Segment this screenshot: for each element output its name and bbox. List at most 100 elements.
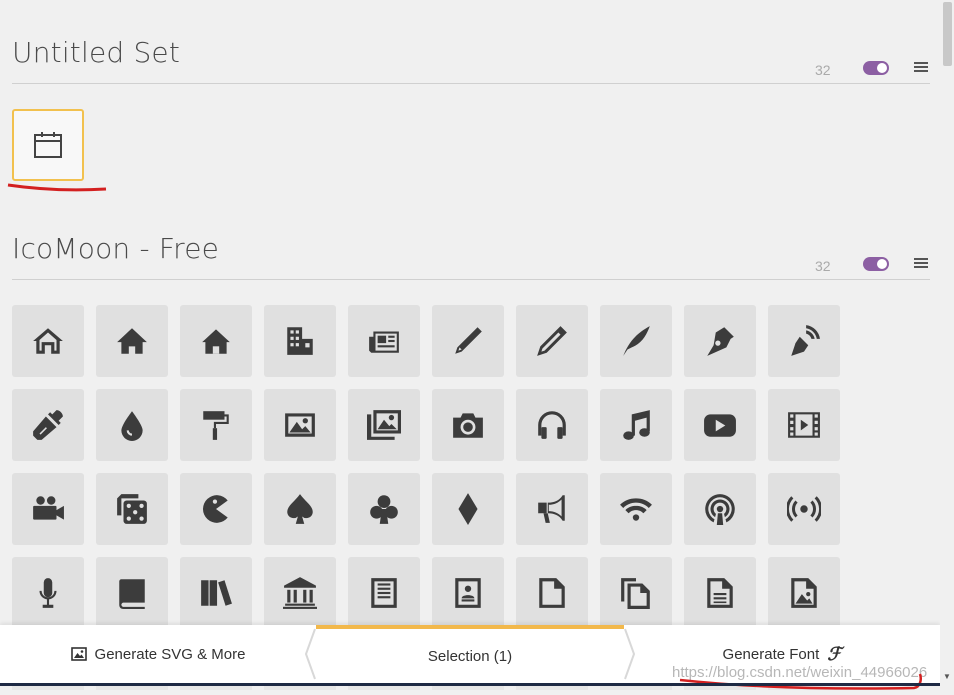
video-camera-icon <box>33 496 64 520</box>
glyph-cell[interactable] <box>600 305 672 377</box>
glyph-cell[interactable] <box>684 473 756 545</box>
glyph-cell[interactable] <box>516 473 588 545</box>
glyph-cell[interactable] <box>12 389 84 461</box>
pencil-icon <box>455 327 482 354</box>
glyph-cell[interactable] <box>600 557 672 629</box>
droplet-icon <box>121 411 143 441</box>
dice-icon <box>117 494 147 524</box>
glyph-cell[interactable] <box>516 305 588 377</box>
glyph-cell[interactable] <box>684 305 756 377</box>
headphones-icon <box>538 411 566 439</box>
spades-icon <box>287 494 313 524</box>
glyph-cell[interactable] <box>516 389 588 461</box>
film-icon <box>788 412 820 438</box>
glyph-cell[interactable] <box>96 557 168 629</box>
image-icon <box>285 413 315 437</box>
glyph-cell[interactable] <box>180 305 252 377</box>
home-icon <box>33 328 63 354</box>
glyph-cell[interactable] <box>96 389 168 461</box>
glyph-cell[interactable] <box>96 305 168 377</box>
glyph-cell[interactable] <box>180 557 252 629</box>
home2-icon <box>117 328 147 354</box>
generate-svg-label: Generate SVG & More <box>94 645 246 663</box>
glyph-cell[interactable] <box>600 473 672 545</box>
glyph-cell[interactable] <box>600 389 672 461</box>
play-icon <box>704 414 736 437</box>
office-icon <box>287 327 313 355</box>
mic-icon <box>39 578 57 608</box>
glyph-cell[interactable] <box>516 557 588 629</box>
chevron-left-icon <box>304 628 316 680</box>
pen-icon <box>707 327 734 356</box>
glyph-cell[interactable] <box>264 305 336 377</box>
grid-size-label: 32 <box>815 258 831 274</box>
bullhorn-icon <box>538 495 565 523</box>
scrollbar-thumb[interactable] <box>943 2 952 66</box>
glyph-cell[interactable] <box>348 305 420 377</box>
generate-svg-button[interactable]: Generate SVG & More <box>0 625 316 683</box>
glyph-cell[interactable] <box>264 557 336 629</box>
red-annotation-scribble <box>679 673 922 690</box>
selection-label: Selection (1) <box>427 647 513 665</box>
glyph-cell[interactable] <box>432 305 504 377</box>
scroll-down-arrow-icon[interactable]: ▼ <box>943 672 951 681</box>
set-header-untitled: Untitled Set <box>12 36 930 84</box>
glyph-cell[interactable] <box>432 473 504 545</box>
set-toggle[interactable] <box>863 61 889 75</box>
books-icon <box>201 580 232 606</box>
podcast-icon <box>705 494 735 525</box>
newspaper-icon <box>369 331 399 353</box>
glyph-cell[interactable] <box>768 557 840 629</box>
selected-calendar-glyph[interactable] <box>12 109 84 181</box>
files-empty-icon <box>621 578 650 609</box>
glyph-cell[interactable] <box>684 557 756 629</box>
set-toggle[interactable] <box>863 257 889 271</box>
file-text-icon <box>371 578 397 608</box>
glyph-cell[interactable] <box>264 473 336 545</box>
glyph-cell[interactable] <box>180 389 252 461</box>
set-title[interactable]: Untitled Set <box>12 36 930 69</box>
connection-icon <box>620 498 652 521</box>
glyph-cell[interactable] <box>264 389 336 461</box>
library-icon <box>283 577 317 609</box>
diamonds-icon <box>458 493 478 525</box>
camera-icon <box>453 413 483 438</box>
red-annotation-underline <box>7 183 107 192</box>
glyph-cell[interactable] <box>348 473 420 545</box>
glyph-cell[interactable] <box>180 473 252 545</box>
glyph-cell[interactable] <box>768 473 840 545</box>
paint-format-icon <box>203 411 229 440</box>
glyph-cell[interactable] <box>432 389 504 461</box>
quill-icon <box>623 326 650 356</box>
image-icon <box>70 647 87 661</box>
music-icon <box>623 410 650 440</box>
bottom-dark-strip <box>0 683 940 686</box>
glyph-cell[interactable] <box>348 389 420 461</box>
pencil2-icon <box>537 326 567 356</box>
glyph-cell[interactable] <box>432 557 504 629</box>
clubs-icon <box>370 495 398 524</box>
glyph-cell[interactable] <box>768 389 840 461</box>
pacman-icon <box>202 495 228 523</box>
grid-size-label: 32 <box>815 62 831 78</box>
glyph-cell[interactable] <box>12 557 84 629</box>
glyph-cell[interactable] <box>12 305 84 377</box>
glyph-cell[interactable] <box>348 557 420 629</box>
glyph-cell[interactable] <box>684 389 756 461</box>
glyph-cell[interactable] <box>96 473 168 545</box>
calendar-icon <box>34 132 62 158</box>
home3-icon <box>202 329 230 354</box>
file-empty-icon <box>539 578 565 608</box>
hamburger-menu-icon[interactable] <box>914 62 928 74</box>
glyph-cell[interactable] <box>768 305 840 377</box>
blog-icon <box>791 325 820 356</box>
hamburger-menu-icon[interactable] <box>914 258 928 270</box>
glyph-cell[interactable] <box>12 473 84 545</box>
file-text2-icon <box>707 578 733 608</box>
vertical-scrollbar[interactable]: ▼ <box>940 0 954 695</box>
selection-tab[interactable]: Selection (1) <box>316 625 624 683</box>
icon-glyph-grid <box>12 305 840 629</box>
set-header-icomoon-free: IcoMoon - Free <box>12 232 930 280</box>
file-picture-icon <box>791 578 817 608</box>
set-title[interactable]: IcoMoon - Free <box>12 232 930 265</box>
